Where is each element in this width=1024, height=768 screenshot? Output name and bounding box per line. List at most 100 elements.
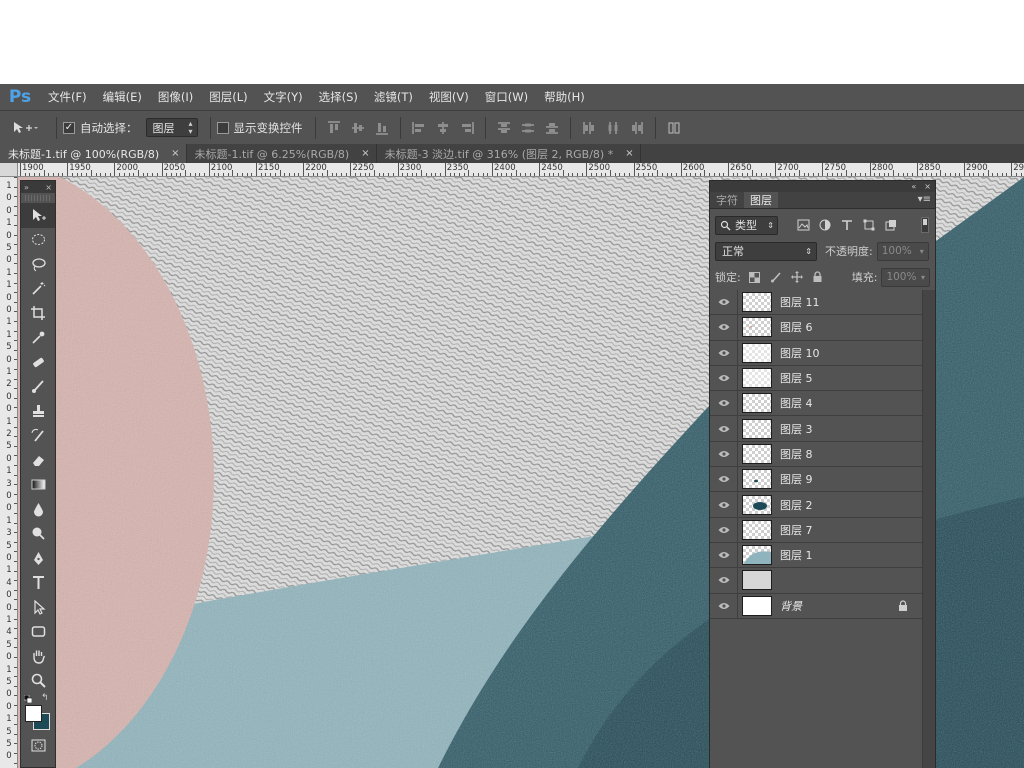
distribute-right-icon[interactable] — [627, 118, 647, 138]
blend-mode-dropdown[interactable]: 正常 ⇕ — [715, 241, 817, 261]
layer-thumbnail[interactable] — [742, 443, 772, 464]
tab-character[interactable]: 字符 — [710, 192, 744, 208]
visibility-eye-icon[interactable] — [710, 340, 738, 366]
eraser-tool-icon[interactable] — [21, 448, 55, 473]
distribute-vcenter-icon[interactable] — [518, 118, 538, 138]
marquee-tool-icon[interactable] — [21, 228, 55, 253]
visibility-eye-icon[interactable] — [710, 441, 738, 467]
layer-name[interactable]: 图层 1 — [780, 547, 813, 563]
layer-name[interactable]: 图层 6 — [780, 319, 813, 335]
panel-menu-icon[interactable]: ▾≡ — [918, 194, 931, 205]
visibility-eye-icon[interactable] — [710, 416, 738, 442]
layer-row[interactable]: 图层 1 — [710, 542, 922, 569]
tool-preset-picker[interactable] — [0, 113, 50, 143]
distribute-top-icon[interactable] — [494, 118, 514, 138]
layer-row[interactable]: 背景 — [710, 593, 922, 619]
gradient-tool-icon[interactable] — [21, 473, 55, 498]
menu-window[interactable]: 窗口(W) — [477, 84, 536, 110]
document-tab[interactable]: 未标题-3 淡边.tif @ 316% (图层 2, RGB/8) * × — [377, 144, 641, 163]
document-tab[interactable]: 未标题-1.tif @ 100%(RGB/8) × — [0, 144, 187, 163]
horizontal-ruler[interactable]: 1900 1950 2000 2050 2100 2150 2200 2250 2300 2350… — [18, 163, 1024, 177]
crop-tool-icon[interactable] — [21, 301, 55, 326]
layer-row[interactable] — [710, 567, 922, 594]
auto-align-icon[interactable] — [664, 118, 684, 138]
visibility-eye-icon[interactable] — [710, 289, 738, 315]
auto-select-dropdown[interactable]: 图层 ▴ ▾ — [145, 118, 198, 137]
history-brush-tool-icon[interactable] — [21, 424, 55, 449]
close-icon[interactable]: × — [45, 183, 52, 192]
menu-layer[interactable]: 图层(L) — [201, 84, 255, 110]
visibility-eye-icon[interactable] — [710, 390, 738, 416]
menu-help[interactable]: 帮助(H) — [536, 84, 593, 110]
layer-name[interactable]: 图层 4 — [780, 395, 813, 411]
layer-row[interactable]: 图层 9 — [710, 466, 922, 493]
magic-wand-tool-icon[interactable] — [21, 277, 55, 302]
quick-mask-icon[interactable] — [21, 733, 55, 758]
color-picker[interactable]: ↰ — [21, 693, 55, 733]
filter-shape-icon[interactable] — [862, 218, 876, 232]
align-vcenter-icon[interactable] — [348, 118, 368, 138]
foreground-color-swatch[interactable] — [25, 705, 42, 722]
layer-filter-dropdown[interactable]: 类型 ⇕ — [715, 215, 778, 235]
tab-layers[interactable]: 图层 — [744, 192, 778, 208]
brush-tool-icon[interactable] — [21, 375, 55, 400]
layer-thumbnail[interactable] — [742, 545, 772, 566]
distribute-left-icon[interactable] — [579, 118, 599, 138]
type-tool-icon[interactable] — [21, 571, 55, 596]
layer-row[interactable]: 图层 5 — [710, 365, 922, 392]
vertical-ruler[interactable]: 1001050110011501200125013001350140014501… — [0, 177, 18, 768]
eyedropper-tool-icon[interactable] — [21, 326, 55, 351]
layer-thumbnail[interactable] — [742, 494, 772, 515]
blur-tool-icon[interactable] — [21, 497, 55, 522]
close-icon[interactable]: × — [625, 148, 633, 159]
auto-select-checkbox[interactable]: ✓ — [63, 121, 75, 134]
layer-name[interactable]: 图层 2 — [780, 497, 813, 513]
path-selection-tool-icon[interactable] — [21, 595, 55, 620]
pen-tool-icon[interactable] — [21, 546, 55, 571]
tools-panel-header[interactable]: » × — [21, 181, 55, 193]
visibility-eye-icon[interactable] — [710, 567, 738, 593]
layer-row[interactable]: 图层 11 — [710, 289, 922, 316]
align-hcenter-icon[interactable] — [433, 118, 453, 138]
visibility-eye-icon[interactable] — [710, 466, 738, 492]
layer-thumbnail[interactable] — [742, 342, 772, 363]
shape-tool-icon[interactable] — [21, 620, 55, 645]
clone-stamp-tool-icon[interactable] — [21, 399, 55, 424]
layer-row[interactable]: 图层 8 — [710, 441, 922, 468]
menu-edit[interactable]: 编辑(E) — [95, 84, 150, 110]
menu-file[interactable]: 文件(F) — [40, 84, 95, 110]
align-bottom-icon[interactable] — [372, 118, 392, 138]
layer-name[interactable]: 图层 10 — [780, 345, 820, 361]
distribute-hcenter-icon[interactable] — [603, 118, 623, 138]
visibility-eye-icon[interactable] — [710, 593, 738, 619]
layer-thumbnail[interactable] — [742, 393, 772, 414]
filter-smartobject-icon[interactable] — [884, 218, 898, 232]
lock-pixels-icon[interactable] — [770, 271, 782, 283]
menu-filter[interactable]: 滤镜(T) — [366, 84, 421, 110]
close-icon[interactable]: × — [361, 148, 369, 159]
lock-all-icon[interactable] — [812, 271, 824, 283]
filter-adjustment-icon[interactable] — [818, 218, 832, 232]
layer-name[interactable]: 图层 7 — [780, 522, 813, 538]
align-left-icon[interactable] — [409, 118, 429, 138]
panel-grip[interactable] — [25, 195, 51, 201]
layer-name[interactable]: 背景 — [780, 598, 802, 614]
menu-select[interactable]: 选择(S) — [311, 84, 366, 110]
layer-thumbnail[interactable] — [742, 368, 772, 389]
layer-name[interactable]: 图层 11 — [780, 294, 820, 310]
layer-thumbnail[interactable] — [742, 292, 772, 313]
zoom-tool-icon[interactable] — [21, 669, 55, 694]
layer-row[interactable]: 图层 6 — [710, 314, 922, 341]
move-tool-icon[interactable] — [21, 203, 55, 228]
layer-row[interactable]: 图层 2 — [710, 492, 922, 518]
layer-name[interactable]: 图层 5 — [780, 370, 813, 386]
layer-name[interactable]: 图层 8 — [780, 446, 813, 462]
menu-type[interactable]: 文字(Y) — [256, 84, 311, 110]
filter-pixel-icon[interactable] — [796, 218, 810, 232]
dodge-tool-icon[interactable] — [21, 522, 55, 547]
layer-thumbnail[interactable] — [742, 595, 772, 616]
menu-image[interactable]: 图像(I) — [150, 84, 201, 110]
layer-row[interactable]: 图层 4 — [710, 390, 922, 417]
opacity-field[interactable]: 100% ▾ — [876, 241, 929, 261]
visibility-eye-icon[interactable] — [710, 517, 738, 543]
